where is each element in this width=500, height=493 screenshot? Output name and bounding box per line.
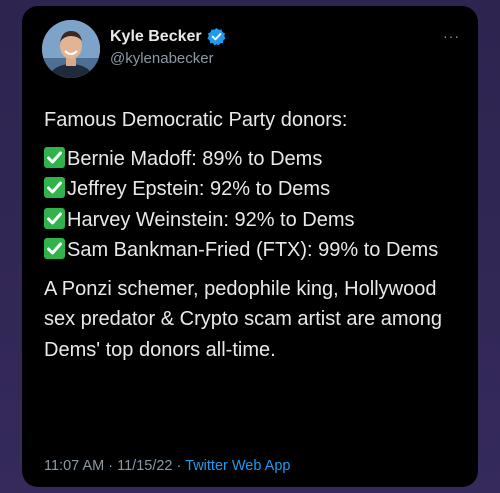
meta-separator: ·: [108, 458, 114, 474]
verified-badge-icon: [207, 27, 226, 46]
white-check-mark-icon: [44, 207, 65, 229]
donor-item-text: Harvey Weinstein: 92% to Dems: [67, 208, 355, 231]
donor-item: Sam Bankman-Fried (FTX): 99% to Dems: [44, 235, 456, 266]
donor-item: Jeffrey Epstein: 92% to Dems: [44, 174, 456, 205]
white-check-mark-icon: [44, 146, 65, 168]
meta-separator: ·: [176, 458, 182, 474]
author-handle[interactable]: @kylenabecker: [110, 50, 214, 67]
more-options-icon[interactable]: ···: [443, 28, 460, 44]
donor-item-text: Jeffrey Epstein: 92% to Dems: [67, 178, 331, 200]
donor-item-text: Bernie Madoff: 89% to Dems: [67, 147, 323, 170]
avatar[interactable]: [42, 20, 100, 78]
white-check-mark-icon: [44, 177, 65, 198]
donor-item-text: Sam Bankman-Fried (FTX): 99% to Dems: [67, 239, 439, 261]
tweet-source-link[interactable]: Twitter Web App: [185, 458, 290, 474]
tweet-date[interactable]: 11/15/22: [117, 458, 172, 474]
author-name[interactable]: Kyle Becker: [110, 28, 202, 46]
donor-item: Harvey Weinstein: 92% to Dems: [44, 205, 456, 236]
donor-item: Bernie Madoff: 89% to Dems: [44, 144, 456, 175]
author-name-row[interactable]: Kyle Becker: [110, 27, 226, 46]
tweet-time[interactable]: 11:07 AM: [44, 458, 104, 474]
tweet-intro: Famous Democratic Party donors:: [44, 109, 348, 131]
avatar-image: [42, 20, 100, 78]
tweet-meta: 11:07 AM · 11/15/22 · Twitter Web App: [44, 458, 290, 474]
tweet-card: Kyle Becker @kylenabecker ··· Famous Dem…: [22, 6, 478, 487]
screenshot-frame: Kyle Becker @kylenabecker ··· Famous Dem…: [0, 0, 500, 493]
tweet-text: Famous Democratic Party donors: Bernie M…: [44, 105, 456, 365]
white-check-mark-icon: [44, 238, 65, 259]
tweet-outro: A Ponzi schemer, pedophile king, Hollywo…: [44, 277, 442, 361]
